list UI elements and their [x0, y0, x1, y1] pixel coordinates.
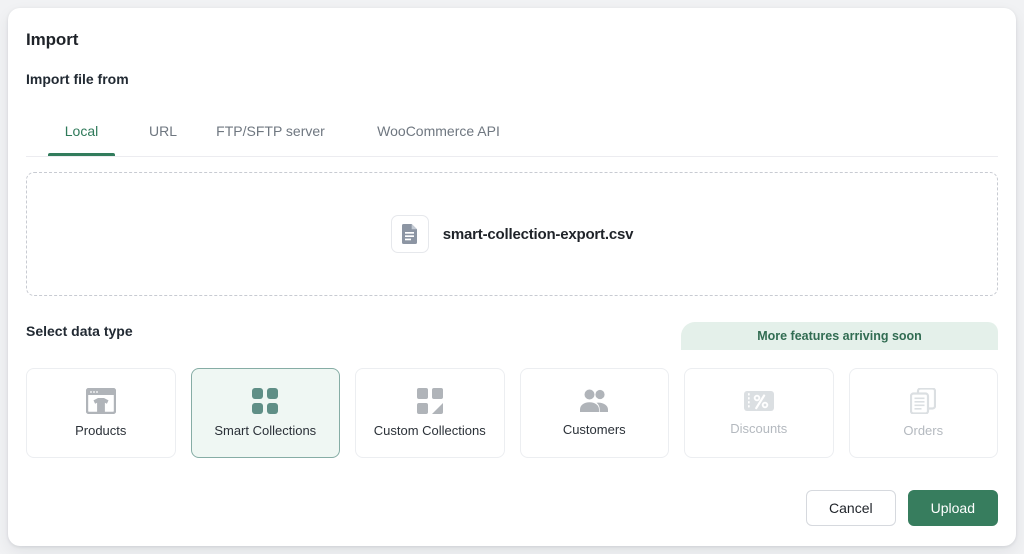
upload-button[interactable]: Upload	[907, 490, 998, 526]
data-type-card-custom-collections-label: Custom Collections	[373, 423, 486, 438]
tab-local-label: Local	[64, 123, 99, 139]
more-features-banner-label: More features arriving soon	[757, 329, 922, 343]
tab-woocommerce-api-label: WooCommerce API	[377, 123, 500, 139]
document-icon	[402, 224, 418, 244]
data-type-card-discounts-label: Discounts	[730, 421, 788, 436]
percent-tag-icon	[743, 391, 774, 411]
people-icon	[580, 389, 609, 412]
selected-file-name: smart-collection-export.csv	[442, 225, 634, 243]
tab-woocommerce-api[interactable]: WooCommerce API	[371, 112, 506, 156]
four-quadrant-icon	[416, 388, 443, 414]
tab-local[interactable]: Local	[48, 112, 115, 156]
data-type-card-orders-label: Orders	[903, 423, 944, 438]
data-type-card-customers[interactable]: Customers	[519, 368, 669, 458]
import-source-tabs: Local URL FTP/SFTP server WooCommerce AP…	[26, 112, 998, 157]
file-dropzone[interactable]: smart-collection-export.csv	[26, 172, 998, 296]
tab-ftp-sftp-server[interactable]: FTP/SFTP server	[212, 112, 329, 156]
tab-ftp-sftp-server-label: FTP/SFTP server	[216, 123, 325, 139]
four-squares-icon	[252, 388, 279, 414]
more-features-banner: More features arriving soon	[681, 322, 998, 350]
data-type-card-list: Products Smart Collections Custom Collec…	[26, 368, 998, 458]
data-type-card-smart-collections[interactable]: Smart Collections	[190, 368, 340, 458]
browser-shirt-icon	[85, 388, 116, 414]
data-type-card-smart-collections-label: Smart Collections	[214, 423, 317, 438]
data-type-card-discounts: Discounts	[684, 368, 834, 458]
data-type-card-custom-collections[interactable]: Custom Collections	[355, 368, 505, 458]
select-data-type-label: Select data type	[26, 323, 133, 339]
cancel-button[interactable]: Cancel	[806, 490, 896, 526]
data-type-card-customers-label: Customers	[562, 422, 626, 437]
data-type-card-products-label: Products	[75, 423, 127, 438]
page-title: Import	[26, 30, 79, 49]
stacked-documents-icon	[910, 388, 937, 414]
file-icon-container	[390, 215, 429, 253]
import-source-label: Import file from	[26, 71, 129, 87]
data-type-card-products[interactable]: Products	[26, 368, 176, 458]
data-type-card-orders: Orders	[848, 368, 998, 458]
tab-url[interactable]: URL	[139, 112, 187, 156]
import-modal: Import Import file from Local URL FTP/SF…	[8, 8, 1016, 546]
modal-footer: Cancel Upload	[806, 490, 998, 526]
tab-url-label: URL	[148, 123, 177, 139]
